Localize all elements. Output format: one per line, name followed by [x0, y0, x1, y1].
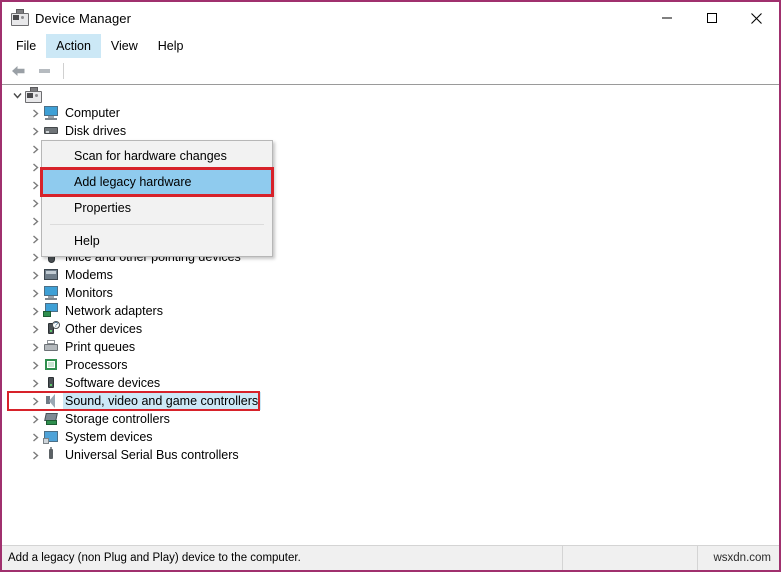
window-controls	[644, 2, 779, 34]
tree-item-label: Sound, video and game controllers	[63, 392, 261, 410]
tree-item-processors[interactable]: Processors	[2, 356, 779, 374]
menu-bar: File Action View Help	[2, 34, 779, 58]
other-device-icon: ?	[43, 321, 60, 337]
menu-view[interactable]: View	[101, 34, 148, 58]
tree-item-usb-controllers[interactable]: Universal Serial Bus controllers	[2, 446, 779, 464]
chevron-right-icon[interactable]	[28, 122, 43, 140]
close-button[interactable]	[734, 2, 779, 34]
chevron-right-icon[interactable]	[28, 338, 43, 356]
chevron-right-icon[interactable]	[28, 446, 43, 464]
menu-file[interactable]: File	[6, 34, 46, 58]
annotation-box-add-legacy-hardware	[40, 167, 274, 197]
action-menu-dropdown[interactable]: Scan for hardware changes Add legacy har…	[41, 140, 273, 257]
tree-item-label: Network adapters	[65, 303, 163, 319]
chevron-right-icon[interactable]	[28, 374, 43, 392]
monitor-icon	[43, 285, 60, 301]
network-adapter-icon	[43, 303, 60, 319]
minimize-button[interactable]	[644, 2, 689, 34]
tree-item-label: System devices	[65, 429, 153, 445]
chevron-right-icon[interactable]	[28, 104, 43, 122]
tree-item-software-devices[interactable]: Software devices	[2, 374, 779, 392]
status-middle-cell	[562, 546, 697, 570]
chevron-right-icon[interactable]	[28, 392, 43, 410]
tree-item-modems[interactable]: Modems	[2, 266, 779, 284]
tree-item-other-devices[interactable]: ? Other devices	[2, 320, 779, 338]
tree-item-network-adapters[interactable]: Network adapters	[2, 302, 779, 320]
title-bar: Device Manager	[2, 2, 779, 34]
menu-item-help[interactable]: Help	[42, 228, 272, 254]
chevron-right-icon[interactable]	[28, 356, 43, 374]
toolbar-separator	[63, 63, 64, 79]
chevron-right-icon[interactable]	[28, 284, 43, 302]
computer-icon	[43, 105, 60, 121]
forward-arrow-icon[interactable]	[33, 60, 57, 82]
menu-item-label: Properties	[74, 201, 131, 215]
storage-controller-icon	[43, 411, 60, 427]
device-tree-panel[interactable]: Computer Disk drives Dis	[2, 85, 779, 545]
watermark: wsxdn.com	[697, 546, 779, 570]
disk-drive-icon	[43, 123, 60, 139]
menu-separator	[50, 224, 264, 225]
menu-item-label: Help	[74, 234, 100, 248]
tree-item-disk-drives[interactable]: Disk drives	[2, 122, 779, 140]
menu-item-add-legacy-hardware[interactable]: Add legacy hardware	[42, 169, 272, 195]
tree-item-label: Modems	[65, 267, 113, 283]
window-title: Device Manager	[35, 11, 131, 26]
device-manager-window: Device Manager File Action View Help	[0, 0, 781, 572]
tree-item-label: Disk drives	[65, 123, 126, 139]
tree-root-node[interactable]	[2, 86, 779, 104]
chevron-right-icon[interactable]	[28, 302, 43, 320]
chevron-right-icon[interactable]	[28, 428, 43, 446]
processor-icon	[43, 357, 60, 373]
modem-icon	[43, 267, 60, 283]
tree-item-label: Software devices	[65, 375, 160, 391]
tree-item-computer[interactable]: Computer	[2, 104, 779, 122]
computer-root-icon	[25, 87, 42, 103]
printer-icon	[43, 339, 60, 355]
tree-item-label: Print queues	[65, 339, 135, 355]
chevron-right-icon[interactable]	[28, 410, 43, 428]
tree-item-print-queues[interactable]: Print queues	[2, 338, 779, 356]
tree-item-monitors[interactable]: Monitors	[2, 284, 779, 302]
software-device-icon	[43, 375, 60, 391]
tree-item-storage-controllers[interactable]: Storage controllers	[2, 410, 779, 428]
tree-item-label: Processors	[65, 357, 128, 373]
menu-item-label: Scan for hardware changes	[74, 149, 227, 163]
usb-controller-icon	[43, 447, 60, 463]
menu-help[interactable]: Help	[148, 34, 194, 58]
menu-action[interactable]: Action	[46, 34, 101, 58]
tree-item-label: Monitors	[65, 285, 113, 301]
device-manager-icon	[10, 9, 28, 27]
chevron-down-icon[interactable]	[10, 86, 25, 104]
chevron-right-icon[interactable]	[28, 320, 43, 338]
status-message: Add a legacy (non Plug and Play) device …	[2, 546, 562, 570]
status-bar: Add a legacy (non Plug and Play) device …	[2, 545, 779, 570]
tree-item-label: Computer	[65, 105, 120, 121]
tree-item-label: Storage controllers	[65, 411, 170, 427]
tree-item-label: Other devices	[65, 321, 142, 337]
menu-item-properties[interactable]: Properties	[42, 195, 272, 221]
tree-item-system-devices[interactable]: System devices	[2, 428, 779, 446]
maximize-button[interactable]	[689, 2, 734, 34]
menu-item-scan-for-hardware-changes[interactable]: Scan for hardware changes	[42, 143, 272, 169]
toolbar	[2, 58, 779, 85]
system-device-icon	[43, 429, 60, 445]
chevron-right-icon[interactable]	[28, 266, 43, 284]
back-arrow-icon[interactable]	[7, 60, 31, 82]
sound-controller-icon	[43, 393, 60, 409]
tree-item-label: Universal Serial Bus controllers	[65, 447, 239, 463]
tree-item-sound-controllers[interactable]: Sound, video and game controllers	[2, 392, 779, 410]
